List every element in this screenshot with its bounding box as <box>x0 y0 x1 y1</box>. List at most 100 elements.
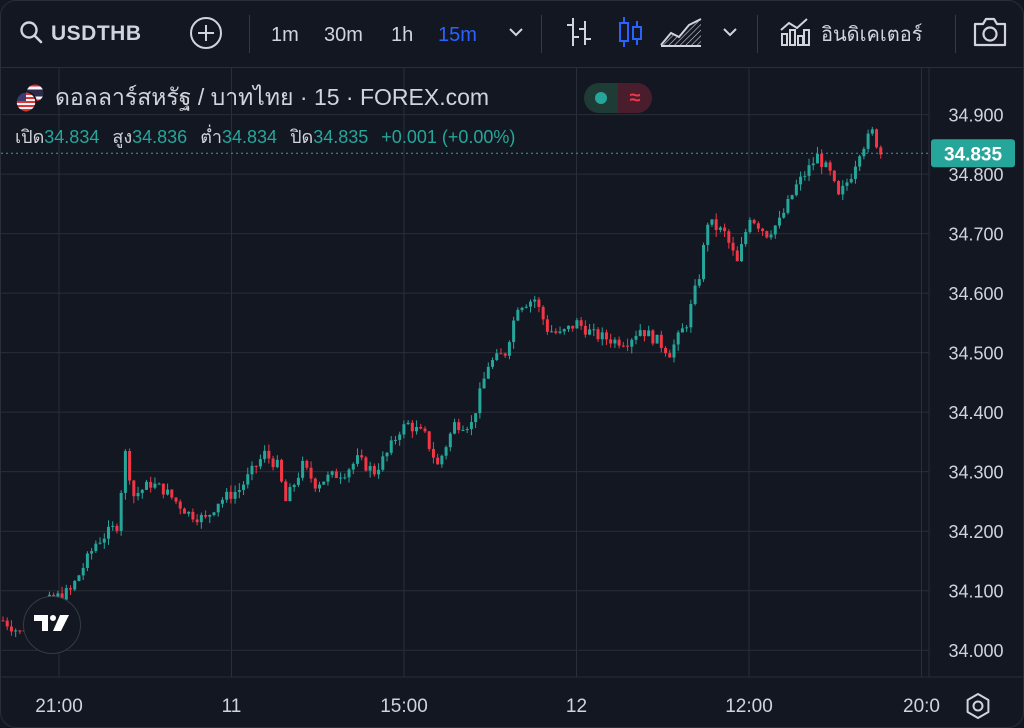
chart-style-dropdown[interactable] <box>719 23 741 45</box>
candle-body <box>550 331 554 333</box>
candle-body <box>512 320 516 343</box>
candle-body <box>676 332 680 345</box>
top-toolbar: USDTHB 1m 30m 1h 15m อินดิเคเตอร์ <box>1 1 1023 68</box>
candlestick-icon <box>615 15 645 54</box>
change-value: +0.001 (+0.00%) <box>381 127 516 147</box>
high-value: 34.836 <box>132 127 188 147</box>
candle-body <box>533 299 537 302</box>
snapshot-button[interactable] <box>971 17 1009 51</box>
candle-body <box>811 163 815 166</box>
candle-body <box>288 487 292 502</box>
candle-body <box>415 427 419 432</box>
candle-body <box>364 457 368 471</box>
candle-body <box>562 329 566 332</box>
x-tick-label: 11 <box>222 696 242 717</box>
high-label: สูง <box>112 127 133 147</box>
close-label: ปิด <box>290 127 314 147</box>
candle-body <box>246 474 250 485</box>
candle-body <box>659 334 663 348</box>
candle-body <box>208 515 212 517</box>
candle-body <box>740 244 743 262</box>
candle-body <box>258 459 262 467</box>
candle-body <box>575 320 579 329</box>
area-style-button[interactable] <box>659 17 703 51</box>
open-label: เปิด <box>15 127 45 147</box>
toolbar-separator <box>955 15 956 53</box>
candle-body <box>647 330 651 337</box>
candle-body <box>339 477 343 479</box>
toolbar-separator <box>249 15 250 53</box>
y-tick-label: 34.400 <box>948 403 1003 423</box>
candle-body <box>672 344 676 358</box>
bar-chart-style-button[interactable] <box>563 17 595 51</box>
candle-body <box>875 129 879 148</box>
candle-body <box>714 219 718 230</box>
candle-body <box>85 553 89 568</box>
candle-body <box>537 299 541 307</box>
compare-symbol-button[interactable] <box>189 16 223 52</box>
candle-body <box>111 525 115 527</box>
candle-body <box>77 575 81 581</box>
candle-body <box>128 451 132 481</box>
candle-body <box>794 184 798 196</box>
candle-body <box>680 328 684 333</box>
candle-body <box>322 481 326 485</box>
candle-body <box>313 478 317 489</box>
candle-body <box>453 422 457 434</box>
candle-body <box>837 181 841 195</box>
indicators-button[interactable]: อินดิเคเตอร์ <box>779 15 922 53</box>
candle-body <box>545 319 549 332</box>
candle-body <box>229 491 233 499</box>
chart-settings-button[interactable] <box>963 691 993 721</box>
candle-body <box>474 413 478 423</box>
candle-body <box>309 467 313 479</box>
candle-body <box>204 514 208 517</box>
symbol-search[interactable]: USDTHB <box>19 19 142 49</box>
candle-body <box>406 422 410 425</box>
candle-body <box>225 491 229 500</box>
candle-body <box>756 223 760 229</box>
search-icon <box>19 20 43 49</box>
ohlc-legend: เปิด34.834 สูง34.836 ต่ำ34.834 ปิด34.835… <box>15 122 515 151</box>
camera-icon <box>971 15 1009 54</box>
candle-body <box>710 219 714 225</box>
candle-body <box>212 512 216 516</box>
candle-body <box>803 175 807 177</box>
timeframe-15m[interactable]: 15m <box>438 21 477 49</box>
symbol-label: USDTHB <box>51 22 142 45</box>
candle-body <box>296 477 300 485</box>
candle-body <box>588 329 592 335</box>
candle-body <box>448 433 452 448</box>
last-price-label: 34.835 <box>944 144 1003 165</box>
candle-body <box>845 182 849 186</box>
timeframe-30m[interactable]: 30m <box>324 21 363 49</box>
candlestick-style-button[interactable] <box>615 15 645 54</box>
candle-body <box>571 325 575 329</box>
legend-symbol-title: ดอลลาร์สหรัฐ / บาทไทย · 15 · FOREX.com <box>55 84 490 110</box>
timeframe-1m[interactable]: 1m <box>271 21 299 49</box>
toolbar-separator <box>541 15 542 53</box>
candle-body <box>140 489 144 494</box>
candle-body <box>609 339 613 344</box>
candle-body <box>334 471 338 478</box>
area-chart-icon <box>659 15 703 54</box>
candle-body <box>216 503 220 513</box>
candle-body <box>469 422 473 429</box>
candle-body <box>14 630 18 632</box>
candle-body <box>444 447 448 456</box>
candle-body <box>98 542 102 544</box>
candle-body <box>858 156 862 167</box>
timeframe-1h[interactable]: 1h <box>391 21 413 49</box>
candle-body <box>119 492 123 531</box>
timeframe-dropdown[interactable] <box>505 23 527 45</box>
candle-body <box>604 332 608 340</box>
candle-body <box>621 345 625 347</box>
candle-body <box>351 463 355 470</box>
candle-body <box>360 455 364 458</box>
market-status-pill[interactable]: ≈ <box>584 83 652 113</box>
low-value: 34.834 <box>222 127 278 147</box>
candle-body <box>107 526 110 539</box>
candle-body <box>820 153 824 168</box>
tradingview-logo[interactable] <box>23 596 81 654</box>
candle-body <box>64 588 68 600</box>
